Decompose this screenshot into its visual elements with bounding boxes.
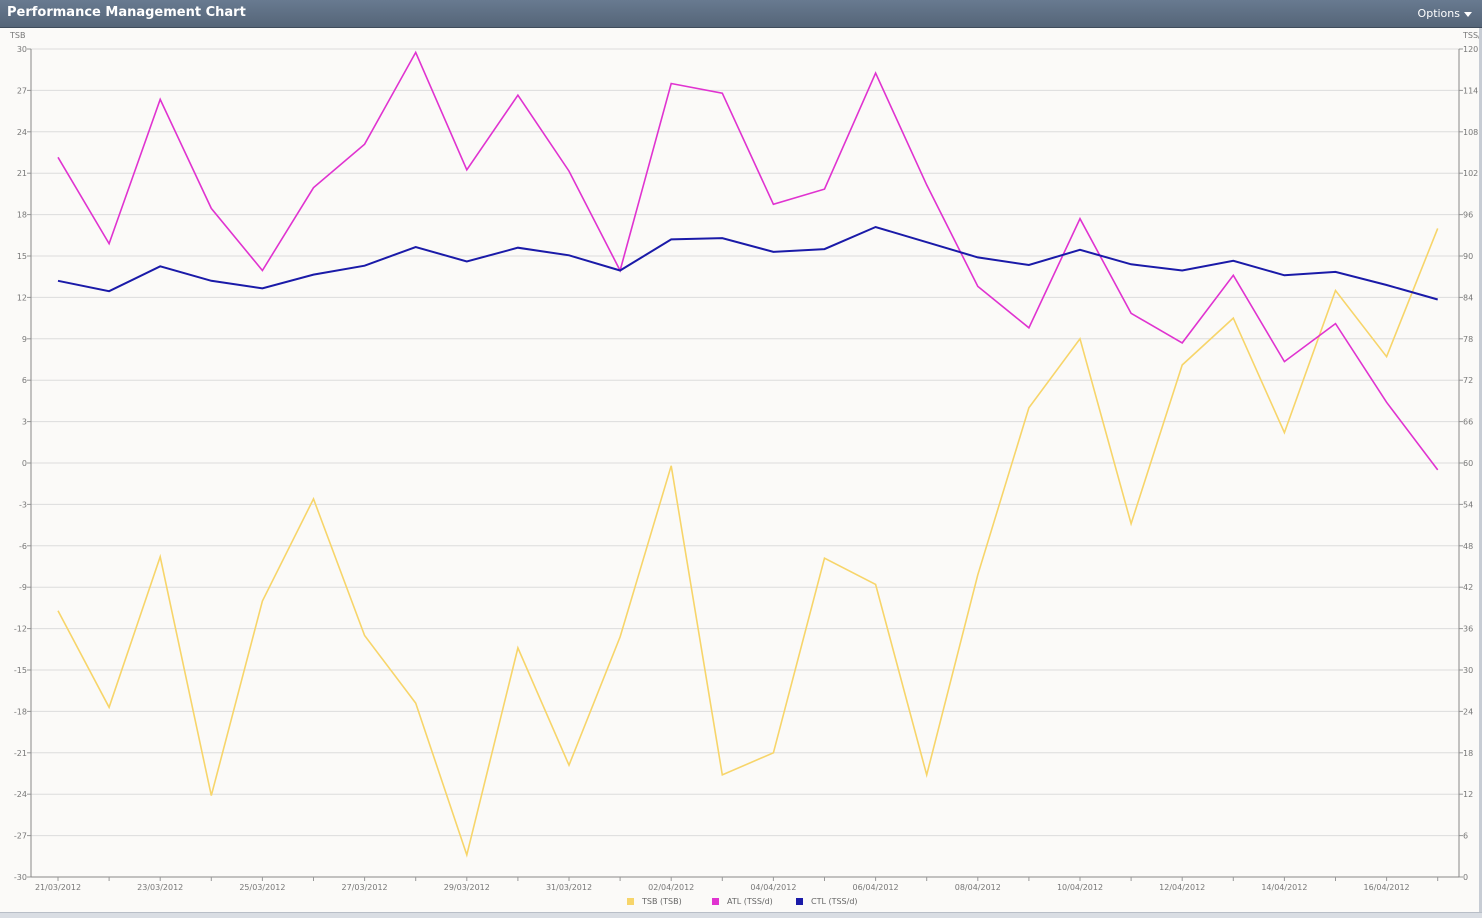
x-tick-label: 23/03/2012 xyxy=(137,883,183,892)
right-tick-label: 42 xyxy=(1463,583,1473,592)
left-tick-label: -18 xyxy=(14,707,27,716)
legend-label-atl: ATL (TSS/d) xyxy=(727,897,773,906)
performance-chart: 302724211815129630-3-6-9-12-15-18-21-24-… xyxy=(9,31,1482,892)
left-tick-label: 18 xyxy=(17,211,27,220)
left-tick-label: -6 xyxy=(19,542,27,551)
left-tick-label: -9 xyxy=(19,583,27,592)
left-tick-label: -21 xyxy=(14,749,27,758)
right-tick-label: 90 xyxy=(1463,252,1473,261)
left-tick-label: -27 xyxy=(14,832,27,841)
x-tick-label: 21/03/2012 xyxy=(35,883,81,892)
chart-window: Performance Management Chart Options 30 2… xyxy=(0,0,1482,918)
right-tick-label: 84 xyxy=(1463,293,1473,302)
x-tick-label: 04/04/2012 xyxy=(750,883,796,892)
title-bar: Performance Management Chart Options xyxy=(0,0,1482,28)
window-bottom-edge xyxy=(0,912,1482,918)
left-tick-label: 9 xyxy=(22,335,27,344)
options-menu-button[interactable]: Options xyxy=(1418,7,1472,20)
right-tick-label: 48 xyxy=(1463,542,1473,551)
left-tick-label: 21 xyxy=(17,169,27,178)
left-tick-label: 6 xyxy=(22,376,27,385)
x-tick-label: 29/03/2012 xyxy=(444,883,490,892)
x-tick-label: 06/04/2012 xyxy=(853,883,899,892)
right-tick-label: 120 xyxy=(1463,45,1478,54)
left-tick-label: -30 xyxy=(14,873,27,882)
right-tick-label: 96 xyxy=(1463,211,1473,220)
right-tick-label: 66 xyxy=(1463,418,1473,427)
right-tick-label: 102 xyxy=(1463,169,1478,178)
right-tick-label: 12 xyxy=(1463,790,1473,799)
chevron-down-icon xyxy=(1464,11,1472,17)
x-tick-label: 10/04/2012 xyxy=(1057,883,1103,892)
legend-item-atl: ATL (TSS/d) xyxy=(712,897,773,906)
x-tick-label: 12/04/2012 xyxy=(1159,883,1205,892)
legend-label-tsb: TSB (TSB) xyxy=(642,897,682,906)
x-tick-label: 27/03/2012 xyxy=(342,883,388,892)
legend-item-tsb: TSB (TSB) xyxy=(627,897,682,906)
left-tick-label: -3 xyxy=(19,500,27,509)
left-axis-title: TSB xyxy=(9,31,25,40)
chart-area: 30 27 24 21 18 15 12 9 6 3 0 -3 -6 -9 -12 -15 -18 -21 -24-… xyxy=(0,28,1482,917)
right-tick-label: 108 xyxy=(1463,128,1478,137)
x-tick-label: 25/03/2012 xyxy=(239,883,285,892)
right-tick-label: 0 xyxy=(1463,873,1468,882)
left-tick-label: -15 xyxy=(14,666,27,675)
right-tick-label: 114 xyxy=(1463,86,1478,95)
x-tick-label: 31/03/2012 xyxy=(546,883,592,892)
left-tick-label: 3 xyxy=(22,418,27,427)
left-tick-label: 0 xyxy=(22,459,27,468)
left-tick-label: 30 xyxy=(17,45,27,54)
x-tick-label: 16/04/2012 xyxy=(1364,883,1410,892)
left-tick-label: -24 xyxy=(14,790,27,799)
right-tick-label: 36 xyxy=(1463,625,1473,634)
left-tick-label: 27 xyxy=(17,86,27,95)
x-tick-label: 14/04/2012 xyxy=(1261,883,1307,892)
left-tick-label: 12 xyxy=(17,293,27,302)
right-tick-label: 54 xyxy=(1463,500,1473,509)
chart-title: Performance Management Chart xyxy=(7,5,246,20)
left-tick-label: 24 xyxy=(17,128,27,137)
right-tick-label: 24 xyxy=(1463,707,1473,716)
x-tick-label: 08/04/2012 xyxy=(955,883,1001,892)
right-tick-label: 60 xyxy=(1463,459,1473,468)
options-label: Options xyxy=(1417,7,1460,20)
right-tick-label: 30 xyxy=(1463,666,1473,675)
left-tick-label: 15 xyxy=(17,252,27,261)
right-tick-label: 78 xyxy=(1463,335,1473,344)
legend-item-ctl: CTL (TSS/d) xyxy=(796,897,858,906)
legend-label-ctl: CTL (TSS/d) xyxy=(811,897,858,906)
legend-swatch-atl xyxy=(712,898,719,905)
left-tick-label: -12 xyxy=(14,625,27,634)
right-tick-label: 6 xyxy=(1463,832,1468,841)
legend-swatch-tsb xyxy=(627,898,634,905)
chart-legend: TSB (TSB) ATL (TSS/d) CTL (TSS/d) xyxy=(0,897,1482,911)
right-tick-label: 72 xyxy=(1463,376,1473,385)
x-tick-label: 02/04/2012 xyxy=(648,883,694,892)
legend-swatch-ctl xyxy=(796,898,803,905)
right-tick-label: 18 xyxy=(1463,749,1473,758)
